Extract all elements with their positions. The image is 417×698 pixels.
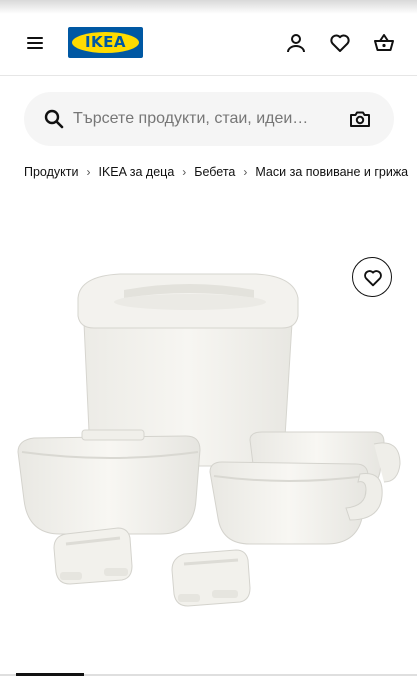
breadcrumb-products[interactable]: Продукти [24, 165, 78, 179]
search-icon[interactable] [42, 107, 66, 131]
breadcrumb-separator: › [182, 165, 187, 179]
gallery-progress-indicator [16, 673, 84, 676]
logo-oval: IKEA [72, 32, 139, 53]
shopping-bag-icon[interactable] [372, 31, 396, 55]
search-bar[interactable] [24, 92, 394, 146]
person-icon[interactable] [284, 31, 308, 55]
search-input[interactable] [73, 92, 338, 146]
top-shadow [0, 0, 417, 14]
add-to-favourites-button[interactable] [352, 257, 392, 297]
breadcrumb-babies[interactable]: Бебета [194, 165, 235, 179]
breadcrumb-separator: › [243, 165, 248, 179]
ikea-logo[interactable]: IKEA [68, 27, 143, 58]
product-image[interactable] [0, 268, 417, 628]
breadcrumb-changing-tables[interactable]: Маси за повиване и грижа [255, 165, 408, 179]
hamburger-menu-icon[interactable] [24, 31, 48, 55]
breadcrumb-ikea-kids[interactable]: IKEA за деца [98, 165, 174, 179]
site-header: IKEA [0, 14, 417, 72]
logo-text: IKEA [84, 33, 127, 51]
header-divider [0, 75, 417, 76]
camera-icon[interactable] [348, 107, 372, 131]
heart-icon[interactable] [328, 31, 352, 55]
breadcrumb-separator: › [86, 165, 91, 179]
breadcrumb: Продукти › IKEA за деца › Бебета › Маси за пов… [24, 165, 417, 183]
heart-icon [364, 270, 382, 287]
